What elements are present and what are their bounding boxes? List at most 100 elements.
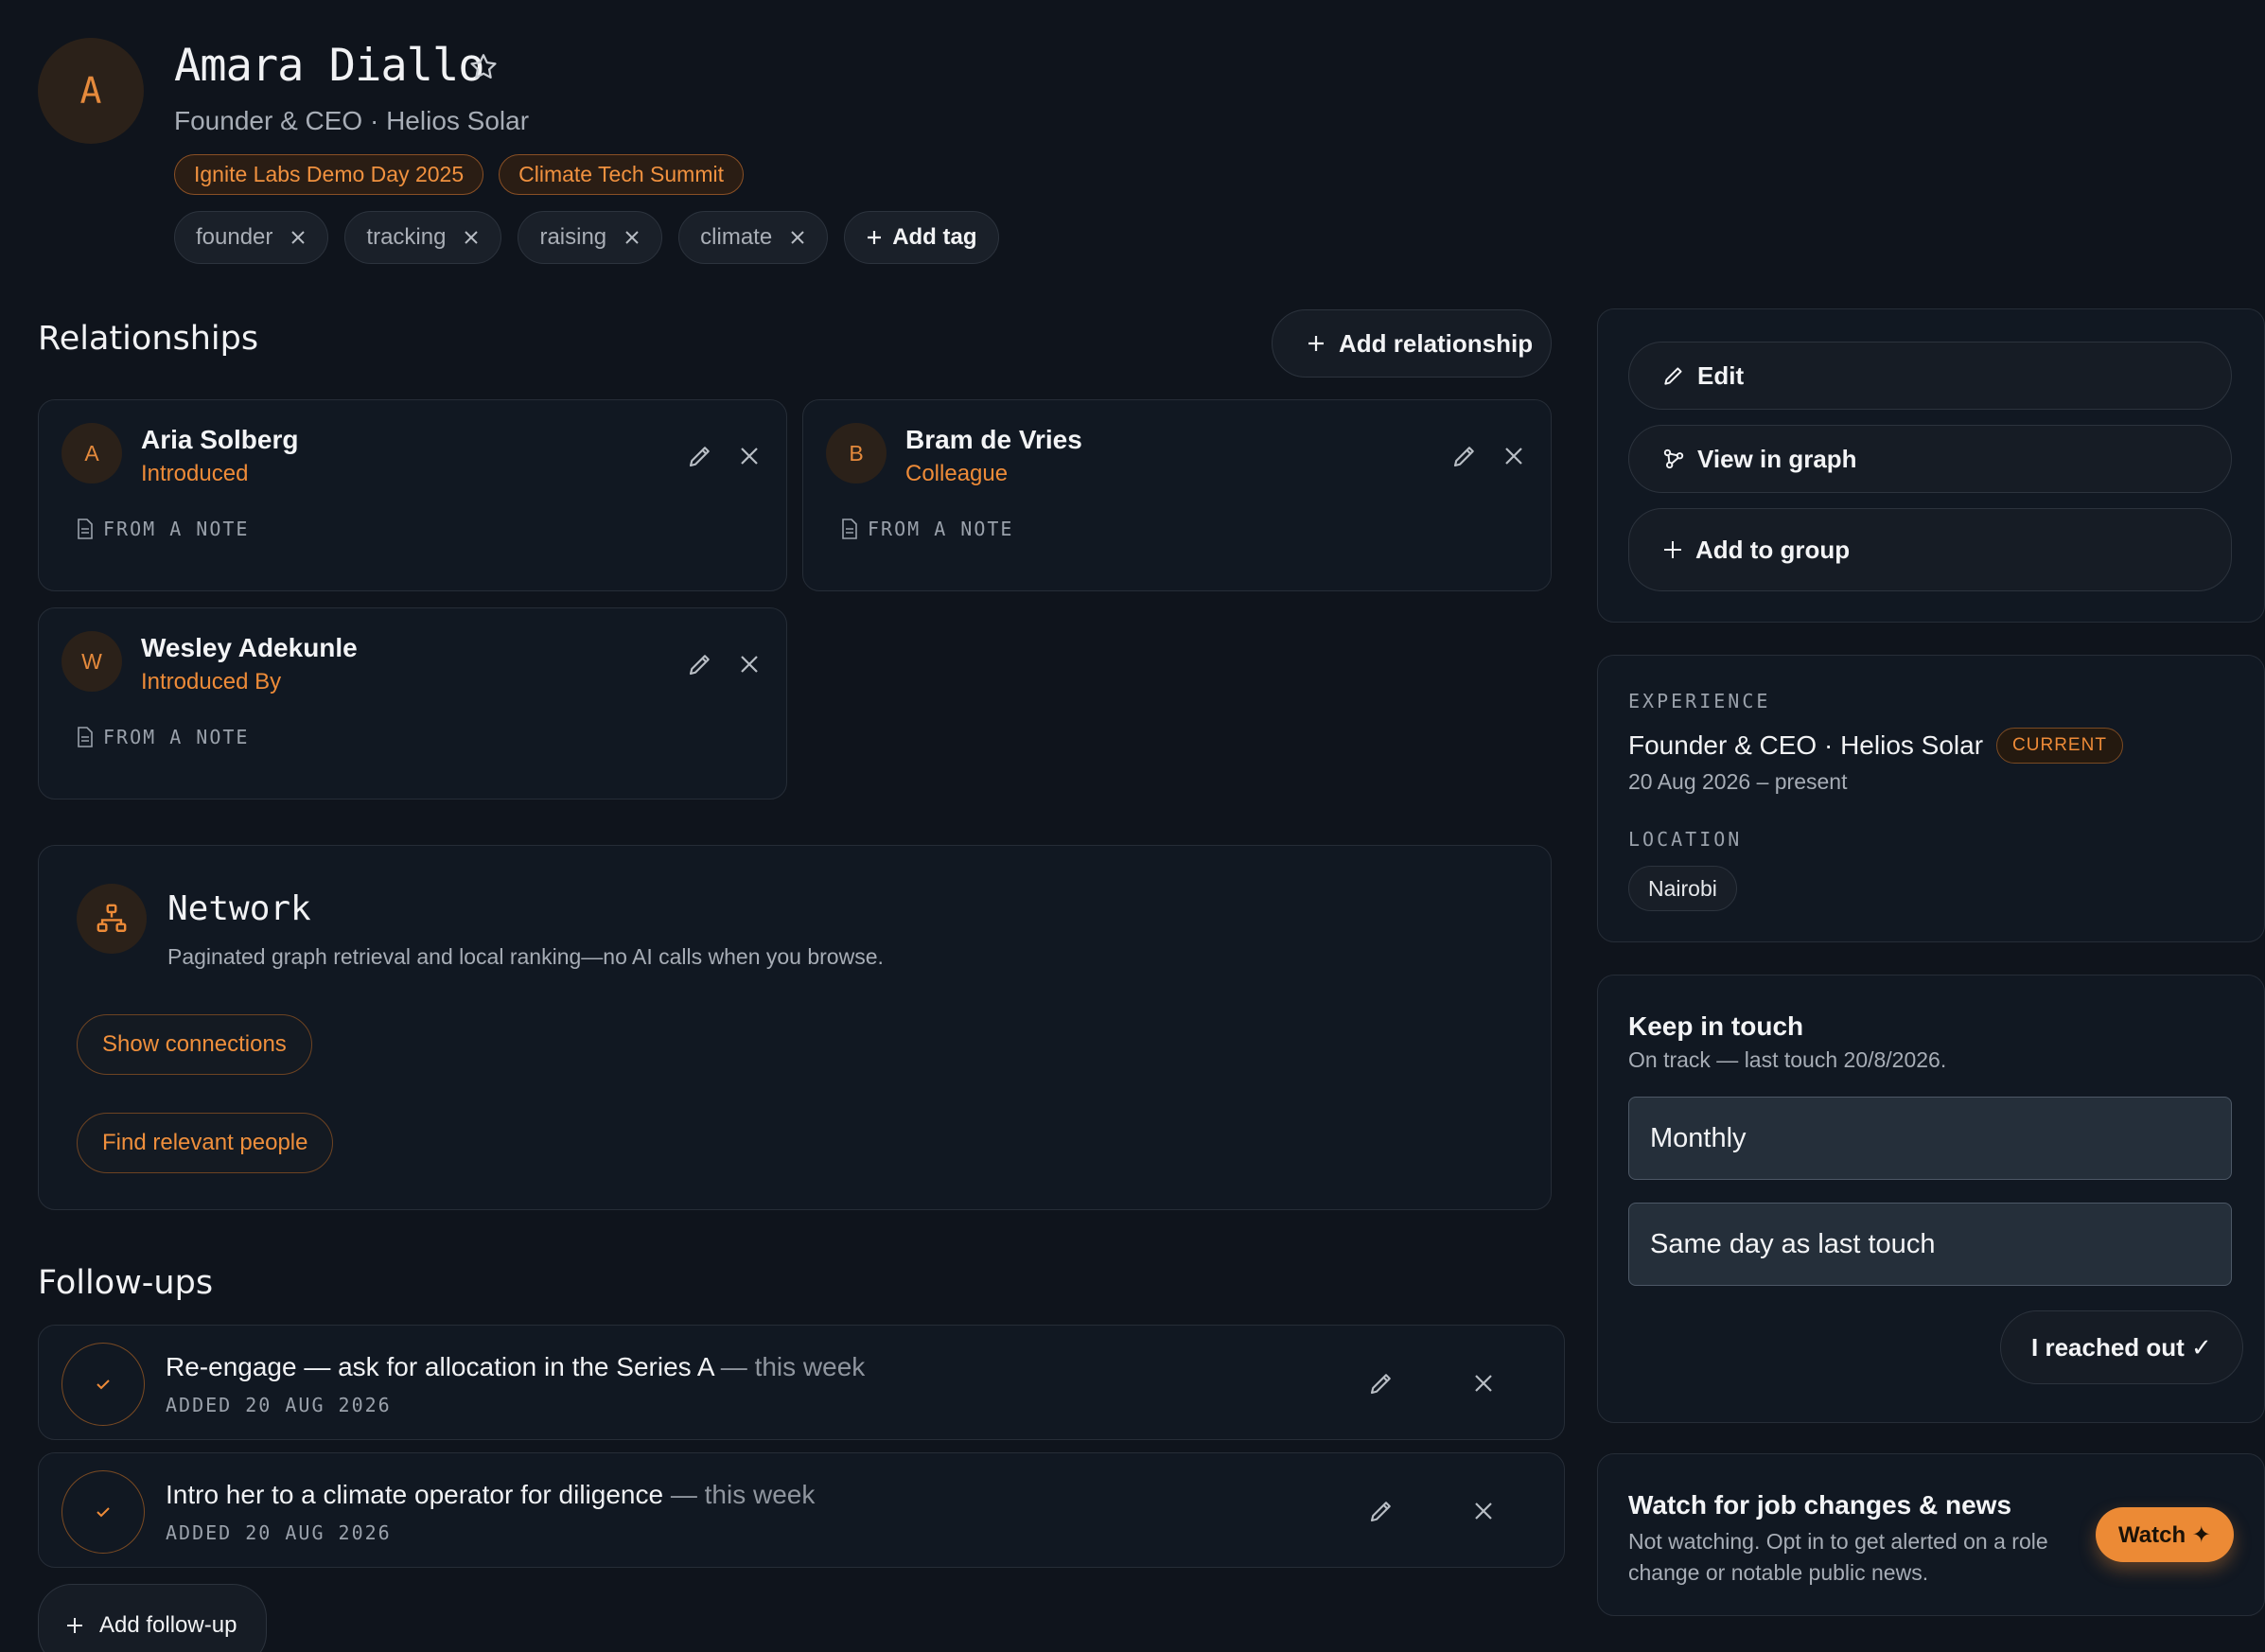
- avatar: B: [826, 423, 887, 483]
- network-description: Paginated graph retrieval and local rank…: [167, 944, 884, 969]
- relationship-source-label: FROM A NOTE: [103, 518, 250, 540]
- keep-in-touch-card: Keep in touch On track — last touch 20/8…: [1597, 975, 2265, 1423]
- relationship-type: Introduced: [141, 461, 249, 486]
- avatar: A: [61, 423, 122, 483]
- followup-title: Intro her to a climate operator for dili…: [166, 1480, 664, 1509]
- experience-dates: 20 Aug 2026 – present: [1628, 769, 1848, 794]
- close-icon[interactable]: [1503, 446, 1524, 466]
- event-tags: Ignite Labs Demo Day 2025 Climate Tech S…: [174, 154, 744, 195]
- tag-chip: climate: [678, 211, 829, 264]
- add-relationship-button[interactable]: Add relationship: [1272, 309, 1552, 378]
- experience-role-text: Founder & CEO · Helios Solar: [1628, 730, 1984, 760]
- actions-card: Edit View in graph Add to group: [1597, 308, 2265, 623]
- pencil-icon[interactable]: [1367, 1497, 1396, 1525]
- watch-title: Watch for job changes & news: [1628, 1490, 2012, 1520]
- relationship-type: Introduced By: [141, 669, 282, 694]
- followup-due: — this week: [663, 1480, 816, 1509]
- avatar: W: [61, 631, 122, 692]
- view-in-graph-label: View in graph: [1697, 444, 1857, 473]
- pencil-icon: [1661, 363, 1686, 388]
- relationship-name[interactable]: Aria Solberg: [141, 425, 298, 455]
- close-icon[interactable]: [739, 654, 760, 675]
- relationship-card: W Wesley Adekunle Introduced By FROM A N…: [38, 607, 787, 800]
- watch-card: Watch for job changes & news Not watchin…: [1597, 1453, 2265, 1616]
- edit-button[interactable]: Edit: [1628, 342, 2232, 410]
- watch-description: Not watching. Opt in to get alerted on a…: [1628, 1529, 2048, 1585]
- view-in-graph-button[interactable]: View in graph: [1628, 425, 2232, 493]
- followup-title: Re-engage — ask for allocation in the Se…: [166, 1352, 714, 1381]
- plus-icon: [1307, 334, 1326, 353]
- add-followup-button[interactable]: Add follow-up: [38, 1584, 267, 1652]
- pencil-icon[interactable]: [1367, 1369, 1396, 1397]
- close-icon[interactable]: [1473, 1501, 1494, 1521]
- followup-due: — this week: [713, 1352, 866, 1381]
- experience-role: Founder & CEO · Helios Solar CURRENT: [1628, 728, 2123, 764]
- close-icon[interactable]: [1473, 1373, 1494, 1394]
- tag-list: founder tracking raising climate Add tag: [174, 211, 999, 264]
- complete-check-icon[interactable]: [61, 1470, 145, 1554]
- experience-card: EXPERIENCE Founder & CEO · Helios Solar …: [1597, 655, 2265, 942]
- close-icon[interactable]: [739, 446, 760, 466]
- relationship-source: FROM A NOTE: [77, 726, 249, 748]
- tag-label: tracking: [366, 224, 447, 250]
- relationship-source-label: FROM A NOTE: [868, 518, 1014, 540]
- pencil-icon[interactable]: [686, 650, 714, 678]
- remove-tag-icon[interactable]: [789, 229, 806, 246]
- find-relevant-people-button[interactable]: Find relevant people: [77, 1113, 334, 1173]
- star-icon[interactable]: [467, 51, 500, 83]
- pencil-icon[interactable]: [686, 442, 714, 470]
- relationship-source-label: FROM A NOTE: [103, 726, 250, 748]
- person-subtitle: Founder & CEO · Helios Solar: [174, 106, 530, 135]
- show-connections-button[interactable]: Show connections: [77, 1014, 312, 1075]
- event-tag[interactable]: Ignite Labs Demo Day 2025: [174, 154, 484, 195]
- tag-chip: founder: [174, 211, 329, 264]
- add-to-group-button[interactable]: Add to group: [1628, 508, 2232, 591]
- keep-in-touch-status: On track — last touch 20/8/2026.: [1628, 1047, 1947, 1072]
- followup-text: Intro her to a climate operator for dili…: [166, 1480, 815, 1510]
- edit-label: Edit: [1697, 360, 1745, 390]
- pencil-icon[interactable]: [1450, 442, 1479, 470]
- relationships-title: Relationships: [38, 320, 259, 358]
- note-icon: [841, 518, 858, 539]
- frequency-select[interactable]: Monthly: [1628, 1097, 2232, 1180]
- remove-tag-icon[interactable]: [623, 229, 641, 246]
- relationship-name[interactable]: Bram de Vries: [905, 425, 1082, 455]
- network-icon: [77, 884, 147, 954]
- experience-label: EXPERIENCE: [1628, 690, 1771, 712]
- followup-item: Re-engage — ask for allocation in the Se…: [38, 1325, 1565, 1440]
- add-to-group-label: Add to group: [1695, 535, 1851, 564]
- plus-icon: [65, 1616, 84, 1635]
- reached-out-button[interactable]: I reached out ✓: [2000, 1310, 2243, 1384]
- add-followup-label: Add follow-up: [99, 1612, 237, 1638]
- event-tag[interactable]: Climate Tech Summit: [499, 154, 744, 195]
- followup-item: Intro her to a climate operator for dili…: [38, 1452, 1565, 1568]
- schedule-anchor-select[interactable]: Same day as last touch: [1628, 1203, 2232, 1286]
- relationship-name[interactable]: Wesley Adekunle: [141, 633, 358, 663]
- relationship-source: FROM A NOTE: [841, 518, 1013, 540]
- tag-label: climate: [700, 224, 773, 250]
- followup-added-date: ADDED 20 AUG 2026: [166, 1394, 392, 1416]
- tag-chip: tracking: [344, 211, 502, 264]
- note-icon: [77, 727, 94, 747]
- tag-label: raising: [539, 224, 607, 250]
- plus-icon: [866, 229, 883, 246]
- relationship-card: A Aria Solberg Introduced FROM A NOTE: [38, 399, 787, 591]
- complete-check-icon[interactable]: [61, 1343, 145, 1426]
- graph-icon: [1661, 447, 1686, 471]
- add-tag-label: Add tag: [892, 224, 977, 250]
- followup-added-date: ADDED 20 AUG 2026: [166, 1521, 392, 1544]
- plus-icon: [1661, 538, 1684, 561]
- add-tag-button[interactable]: Add tag: [844, 211, 999, 264]
- network-title: Network: [167, 889, 311, 928]
- keep-in-touch-title: Keep in touch: [1628, 1011, 1804, 1041]
- tag-chip: raising: [518, 211, 663, 264]
- relationship-source: FROM A NOTE: [77, 518, 249, 540]
- status-badge: CURRENT: [1996, 728, 2123, 764]
- note-icon: [77, 518, 94, 539]
- remove-tag-icon[interactable]: [463, 229, 480, 246]
- remove-tag-icon[interactable]: [290, 229, 307, 246]
- page-title: Amara Diallo: [174, 40, 485, 92]
- tag-label: founder: [196, 224, 273, 250]
- location-label: LOCATION: [1628, 828, 1743, 851]
- watch-button[interactable]: Watch ✦: [2096, 1507, 2234, 1562]
